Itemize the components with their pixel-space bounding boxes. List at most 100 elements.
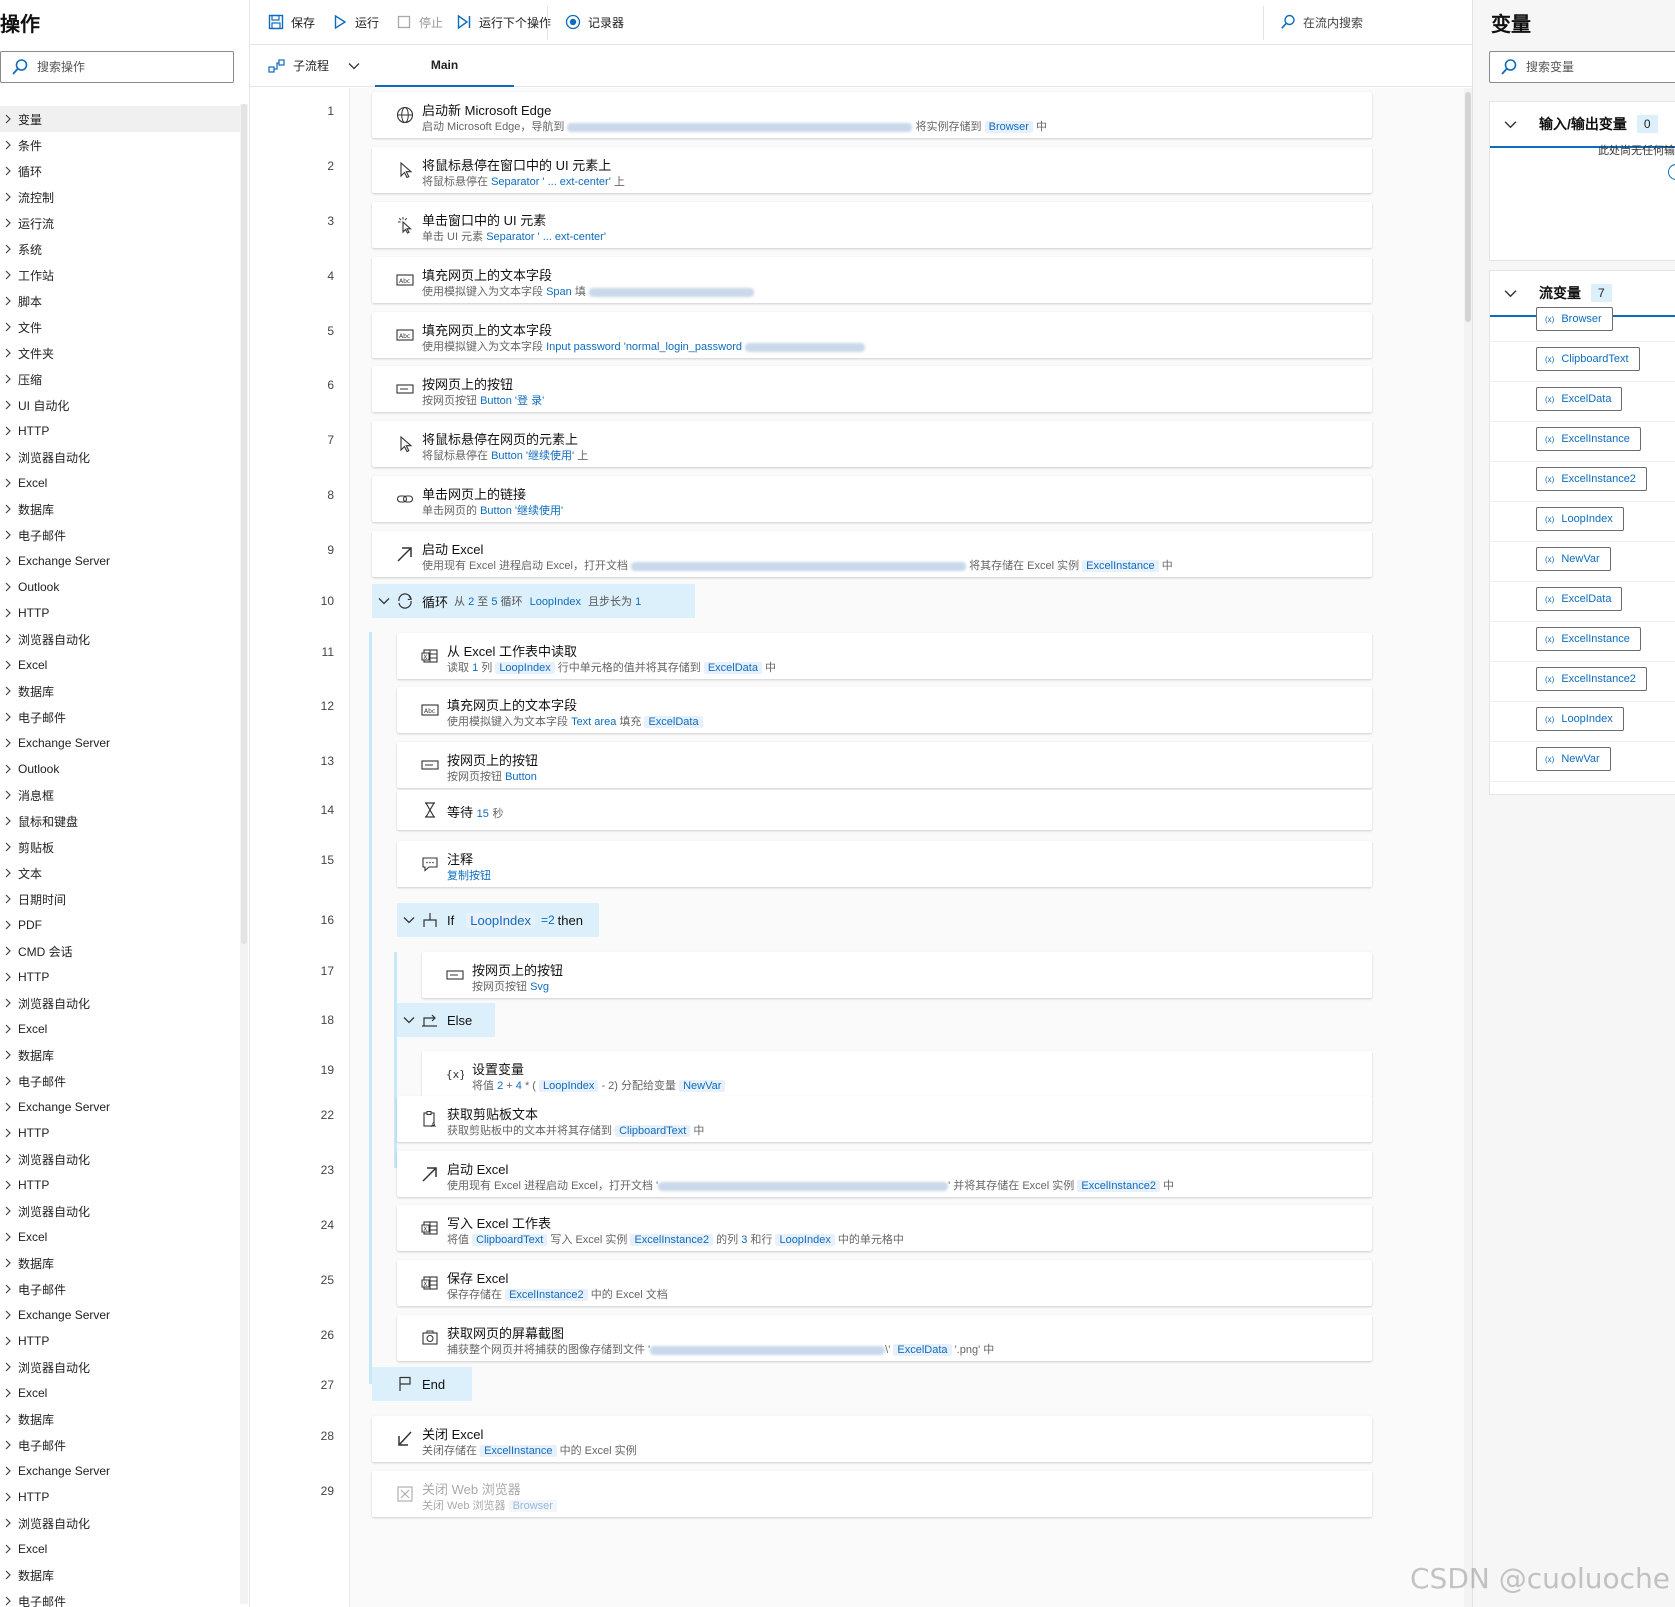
action-category[interactable]: 循环 (0, 158, 240, 184)
action-category[interactable]: CMD 会话 (0, 938, 240, 964)
action-category[interactable]: HTTP (0, 1328, 240, 1354)
action-category[interactable]: 电子邮件 (0, 1432, 240, 1458)
action-press-button[interactable]: 按网页上的按钮 按网页按钮 Button '登 录' (372, 366, 1372, 412)
var-token[interactable]: ExcelInstance (480, 1445, 557, 1457)
action-category[interactable]: 压缩 (0, 366, 240, 392)
actions-scrollbar-thumb[interactable] (241, 104, 247, 944)
action-category[interactable]: 电子邮件 (0, 1588, 240, 1607)
action-category[interactable]: HTTP (0, 418, 240, 444)
flow-variable-chip[interactable]: (x) ExcelInstance (1536, 627, 1641, 651)
action-category[interactable]: Exchange Server (0, 548, 240, 574)
action-category[interactable]: 浏览器自动化 (0, 626, 240, 652)
action-category[interactable]: 文件 (0, 314, 240, 340)
action-category[interactable]: 运行流 (0, 210, 240, 236)
action-comment[interactable]: 注释 复制按钮 (397, 841, 1372, 887)
action-get-clipboard-text[interactable]: A 获取剪贴板文本 获取剪贴板中的文本并将其存储到 ClipboardText … (397, 1096, 1372, 1142)
action-category[interactable]: Outlook (0, 574, 240, 600)
actions-search-input[interactable] (37, 60, 187, 74)
chevron-down-icon[interactable] (1504, 118, 1517, 131)
action-category[interactable]: 浏览器自动化 (0, 1198, 240, 1224)
action-category[interactable]: 鼠标和键盘 (0, 808, 240, 834)
action-close-excel[interactable]: 关闭 Excel 关闭存储在 ExcelInstance 中的 Excel 实例 (372, 1416, 1372, 1462)
flow-variable-chip[interactable]: (x) LoopIndex (1536, 507, 1624, 531)
var-token[interactable]: ClipboardText (615, 1125, 691, 1137)
var-token[interactable]: ExcelInstance2 (630, 1234, 714, 1246)
action-category[interactable]: HTTP (0, 964, 240, 990)
action-category[interactable]: 浏览器自动化 (0, 1354, 240, 1380)
else-block-header[interactable]: Else (397, 1003, 495, 1037)
flow-variable-chip[interactable]: (x) NewVar (1536, 547, 1611, 571)
chevron-down-icon[interactable] (378, 595, 390, 607)
action-category[interactable]: 数据库 (0, 1562, 240, 1588)
run-button[interactable]: 运行 (332, 12, 379, 32)
subflows-button[interactable]: 子流程 (268, 57, 329, 74)
chevron-down-icon[interactable] (348, 60, 360, 72)
action-category[interactable]: 文本 (0, 860, 240, 886)
if-block-header[interactable]: If LoopIndex =2 then (397, 903, 599, 937)
chevron-down-icon[interactable] (1504, 287, 1517, 300)
action-category[interactable]: 日期时间 (0, 886, 240, 912)
action-category[interactable]: Excel (0, 1380, 240, 1406)
action-category[interactable]: Exchange Server (0, 1094, 240, 1120)
action-category[interactable]: 数据库 (0, 1042, 240, 1068)
action-wait[interactable]: 等待 15 秒 (397, 790, 1372, 830)
action-category[interactable]: Excel (0, 1016, 240, 1042)
action-fill-text-area[interactable]: Abc 填充网页上的文本字段 使用模拟键入为文本字段 Text area 填充 … (397, 687, 1372, 733)
tab-main[interactable]: Main (375, 45, 514, 87)
action-launch-excel[interactable]: 启动 Excel 使用现有 Excel 进程启动 Excel，打开文档 将其存储… (372, 531, 1372, 577)
action-hover-web-element[interactable]: 将鼠标悬停在网页的元素上 将鼠标悬停在 Button '继续使用' 上 (372, 421, 1372, 467)
run-next-button[interactable]: 运行下个操作 (456, 12, 551, 32)
var-token[interactable]: NewVar (679, 1080, 726, 1092)
variables-search-box[interactable] (1489, 51, 1675, 83)
flow-variable-chip[interactable]: (x) ExcelInstance2 (1536, 667, 1647, 691)
chevron-down-icon[interactable] (403, 914, 415, 926)
action-category[interactable]: HTTP (0, 600, 240, 626)
flow-variable-chip[interactable]: (x) ExcelData (1536, 387, 1623, 411)
action-category[interactable]: Excel (0, 1224, 240, 1250)
action-write-excel[interactable]: X 写入 Excel 工作表 将值 ClipboardText 写入 Excel… (397, 1205, 1372, 1251)
action-category[interactable]: 浏览器自动化 (0, 444, 240, 470)
flow-search-button[interactable]: 在流内搜索 (1280, 12, 1363, 32)
end-block-marker[interactable]: End (372, 1367, 472, 1401)
action-hover-ui-element[interactable]: 将鼠标悬停在窗口中的 UI 元素上 将鼠标悬停在 Separator ' ...… (372, 147, 1372, 193)
action-press-button[interactable]: 按网页上的按钮 按网页按钮 Button (397, 742, 1372, 788)
var-token[interactable]: ClipboardText (472, 1234, 548, 1246)
var-token[interactable]: LoopIndex (539, 1080, 599, 1092)
action-category[interactable]: 系统 (0, 236, 240, 262)
action-category[interactable]: 数据库 (0, 496, 240, 522)
action-category[interactable]: 剪贴板 (0, 834, 240, 860)
action-category[interactable]: Exchange Server (0, 730, 240, 756)
action-category[interactable]: Outlook (0, 756, 240, 782)
action-category[interactable]: HTTP (0, 1120, 240, 1146)
action-read-excel[interactable]: X 从 Excel 工作表中读取 读取 1 列 LoopIndex 行中单元格的… (397, 633, 1372, 679)
action-category[interactable]: 电子邮件 (0, 522, 240, 548)
action-category[interactable]: Exchange Server (0, 1302, 240, 1328)
chevron-down-icon[interactable] (403, 1014, 415, 1026)
action-category[interactable]: PDF (0, 912, 240, 938)
action-category[interactable]: 数据库 (0, 678, 240, 704)
var-token[interactable]: ExcelData (893, 1344, 952, 1356)
action-category[interactable]: 电子邮件 (0, 1276, 240, 1302)
action-fill-text-field[interactable]: Abc 填充网页上的文本字段 使用模拟键入为文本字段 Span 填 (372, 257, 1372, 303)
action-category[interactable]: 电子邮件 (0, 704, 240, 730)
action-launch-edge[interactable]: 启动新 Microsoft Edge 启动 Microsoft Edge，导航到… (372, 92, 1372, 138)
action-category[interactable]: 变量 (0, 106, 240, 132)
loop-block-header[interactable]: 循环 从 2 至 5 循环 LoopIndex 且步长为 1 (372, 584, 695, 618)
action-close-browser[interactable]: 关闭 Web 浏览器 关闭 Web 浏览器 Browser (372, 1471, 1372, 1517)
action-click-ui-element[interactable]: 单击窗口中的 UI 元素 单击 UI 元素 Separator ' ... ex… (372, 202, 1372, 248)
variables-search-input[interactable] (1526, 60, 1675, 74)
action-set-variable[interactable]: {x} 设置变量 将值 2 + 4 * ( LoopIndex - 2) 分配给… (422, 1051, 1372, 1097)
var-token[interactable]: Browser (508, 1500, 557, 1512)
flow-variable-chip[interactable]: (x) LoopIndex (1536, 707, 1624, 731)
flow-scrollbar[interactable] (1464, 88, 1472, 1607)
action-category[interactable]: 脚本 (0, 288, 240, 314)
var-token[interactable]: Browser (984, 121, 1033, 133)
action-category[interactable]: UI 自动化 (0, 392, 240, 418)
actions-search-box[interactable] (0, 51, 234, 83)
var-token[interactable]: ExcelInstance2 (1077, 1180, 1160, 1192)
action-category[interactable]: Excel (0, 1536, 240, 1562)
action-category[interactable]: HTTP (0, 1172, 240, 1198)
flow-variable-chip[interactable]: (x) ExcelData (1536, 587, 1623, 611)
action-category[interactable]: 浏览器自动化 (0, 990, 240, 1016)
var-token[interactable]: ExcelData (703, 662, 762, 674)
